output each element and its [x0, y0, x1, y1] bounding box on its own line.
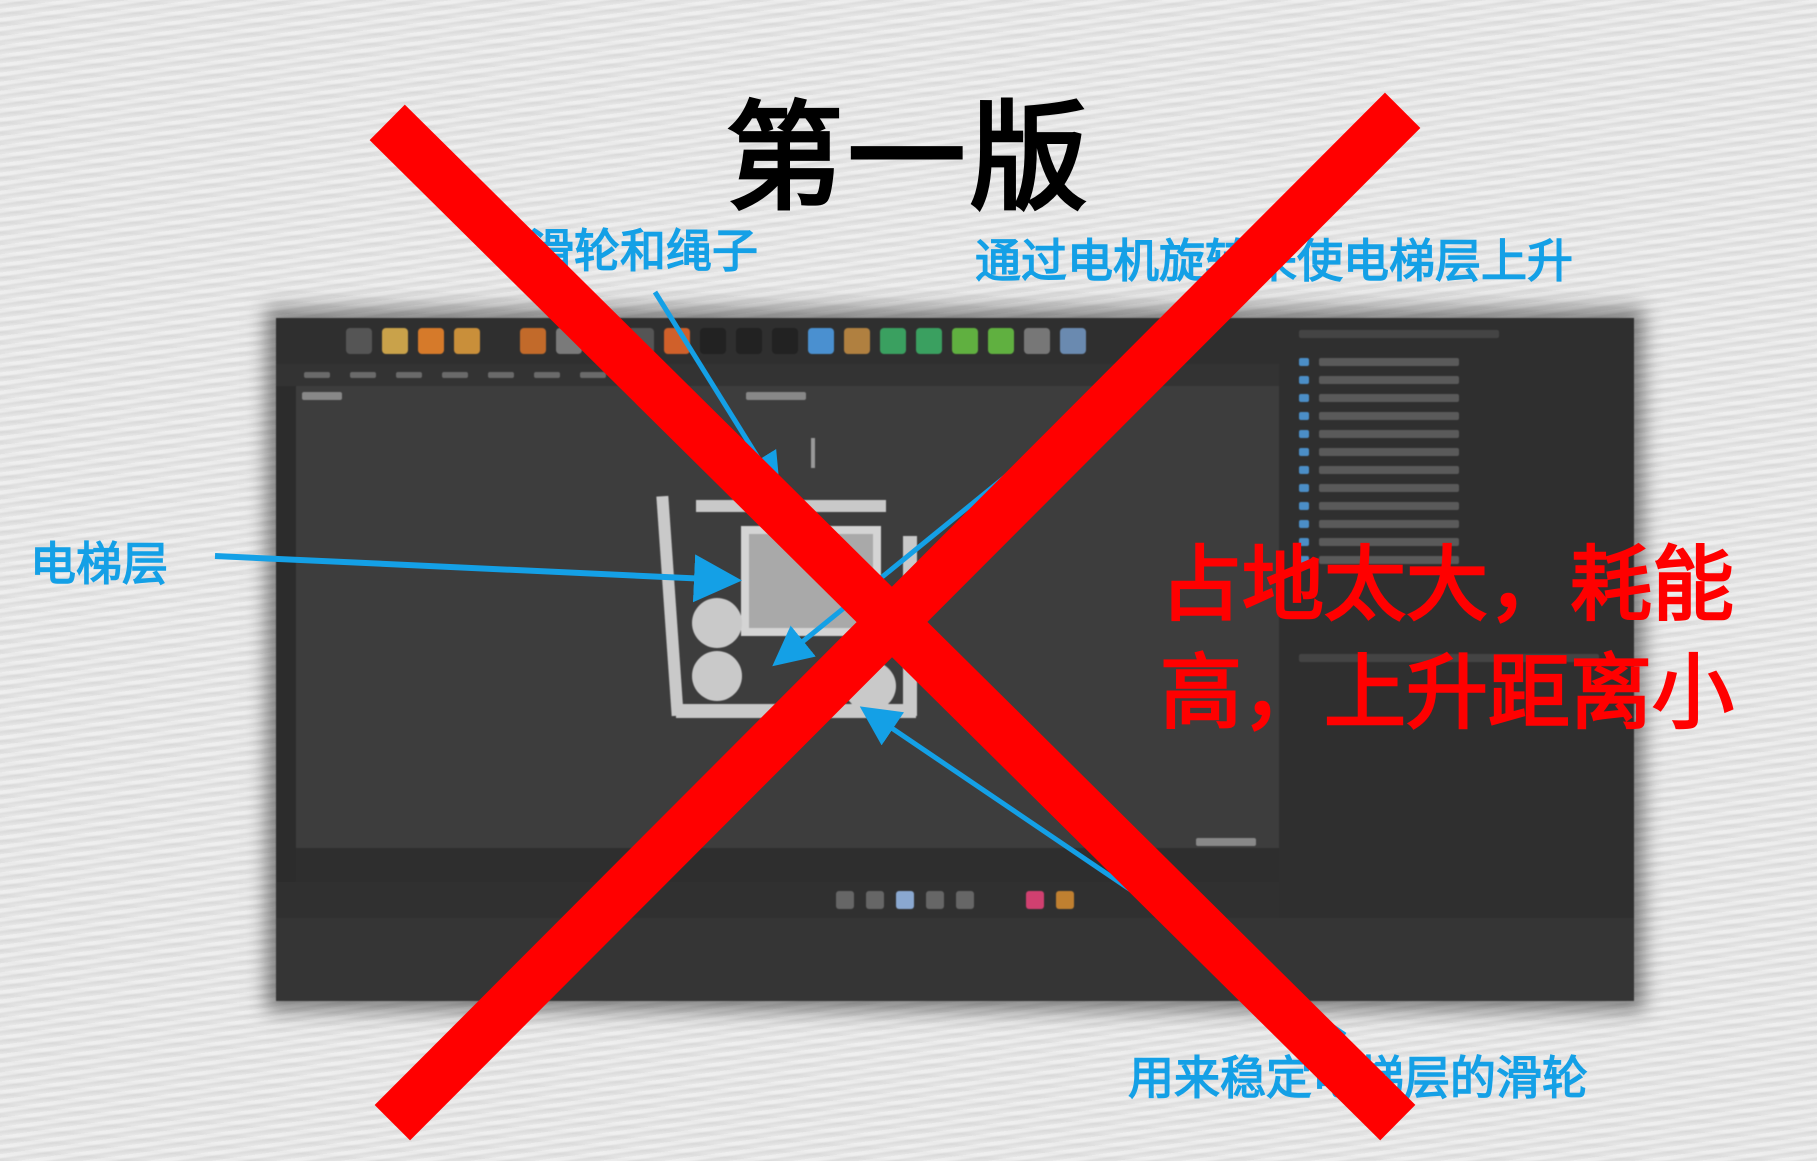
label-motor-rotation: 通过电机旋转来使电梯层上升 — [975, 234, 1573, 288]
c4d-left-toolbar — [276, 386, 296, 906]
c4d-material-panel — [276, 918, 1634, 1001]
elevator-rope — [811, 438, 815, 468]
elevator-floor-box — [741, 526, 881, 636]
z-axis-icon — [628, 328, 654, 354]
forward-icon — [926, 891, 944, 909]
settings-icon — [772, 328, 798, 354]
mograph-icon — [988, 328, 1014, 354]
rotate-icon — [454, 328, 480, 354]
verdict-line-1: 占地太大，耗能 — [1160, 538, 1735, 633]
prev-frame-icon — [836, 891, 854, 909]
camera-label — [746, 392, 806, 400]
label-stabilizer-pulley: 用来稳定电梯层的滑轮 — [1128, 1051, 1588, 1105]
pause-icon — [896, 891, 914, 909]
elevator-top-beam — [696, 500, 886, 512]
next-frame-icon — [956, 891, 974, 909]
deformer-icon — [916, 328, 942, 354]
pulley-left-top — [692, 598, 742, 648]
keyframe-icon — [1056, 891, 1074, 909]
move-icon — [382, 328, 408, 354]
label-elevator-floor: 电梯层 — [30, 537, 168, 591]
light-icon — [1060, 328, 1086, 354]
scene-icon — [952, 328, 978, 354]
elevator-frame-right — [903, 536, 917, 716]
render-icon — [664, 328, 690, 354]
grid-spacing-label — [1196, 838, 1256, 846]
y-axis-icon — [592, 328, 618, 354]
c4d-viewport — [296, 386, 1279, 848]
c4d-menu — [276, 364, 1279, 386]
axis-icon — [520, 328, 546, 354]
camera-icon — [1024, 328, 1050, 354]
verdict-line-2: 高，上升距离小 — [1160, 646, 1735, 741]
gear-icon — [880, 328, 906, 354]
pen-icon — [844, 328, 870, 354]
pulley-left-bottom — [692, 651, 742, 701]
scale-icon — [418, 328, 444, 354]
film-icon — [700, 328, 726, 354]
c4d-timeline — [296, 848, 1279, 882]
play-icon — [736, 328, 762, 354]
cube-icon — [808, 328, 834, 354]
pulley-right-bottom — [844, 661, 896, 711]
slide-title: 第一版 — [725, 89, 1092, 227]
x-axis-icon — [556, 328, 582, 354]
c4d-toolbar — [276, 318, 1279, 364]
undo-icon — [346, 328, 372, 354]
rewind-icon — [866, 891, 884, 909]
label-pulley-rope: 滑轮和绳子 — [528, 224, 758, 278]
elevator-frame-left — [656, 495, 684, 717]
record-icon — [1026, 891, 1044, 909]
viewport-label — [302, 392, 342, 400]
c4d-playbar — [276, 882, 1279, 918]
